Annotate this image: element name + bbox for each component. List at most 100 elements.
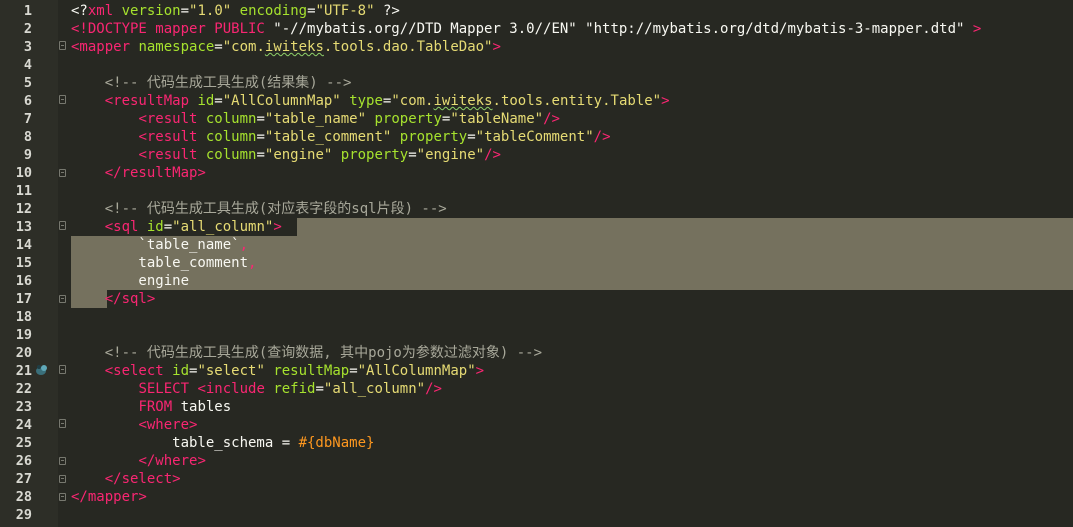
bug-marker-icon[interactable]: [35, 363, 49, 377]
code-token: id: [146, 219, 164, 235]
code-line[interactable]: 10 </resultMap>: [0, 164, 1073, 182]
line-number: 12: [15, 201, 32, 217]
fold-close-icon[interactable]: [59, 457, 66, 465]
code-token: <result: [138, 129, 206, 145]
code-line[interactable]: 15 table_comment,: [0, 254, 1073, 272]
code-token: engine: [71, 273, 190, 289]
code-token: <include: [197, 381, 274, 397]
code-line[interactable]: 26 </where>: [0, 452, 1073, 470]
code-line[interactable]: 3 <mapper namespace="com.iwiteks.tools.da…: [0, 38, 1073, 56]
code-token: <!-- 代码生成工具生成(查询数据, 其中pojo为参数过滤对象) -->: [104, 345, 543, 361]
code-token: =: [163, 219, 173, 235]
code-token: "AllColumnMap": [222, 93, 341, 109]
line-code: <sql id="all_column">: [71, 218, 282, 236]
code-token: <mapper: [71, 39, 139, 55]
code-editor[interactable]: 1 <?xml version="1.0" encoding="UTF-8" ?>…: [0, 0, 1073, 527]
code-token: <resultMap: [104, 93, 198, 109]
code-token: <result: [138, 111, 206, 127]
code-token: #{dbName}: [298, 435, 375, 451]
code-line[interactable]: 16 engine: [0, 272, 1073, 290]
code-line[interactable]: 12 <!-- 代码生成工具生成(对应表字段的sql片段) -->: [0, 200, 1073, 218]
code-line[interactable]: 5 <!-- 代码生成工具生成(结果集) -->: [0, 74, 1073, 92]
line-number: 13: [15, 219, 32, 235]
line-code: <!-- 代码生成工具生成(结果集) -->: [71, 74, 352, 92]
code-token: "UTF-8": [315, 3, 375, 19]
code-token: "com.: [222, 39, 265, 55]
fold-open-icon[interactable]: [59, 221, 66, 230]
code-line[interactable]: 4: [0, 56, 1073, 74]
line-number: 11: [15, 183, 32, 199]
code-line[interactable]: 25 table_schema = #{dbName}: [0, 434, 1073, 452]
code-token: <result: [138, 147, 206, 163]
line-number: 5: [23, 75, 32, 91]
line-number: 15: [15, 255, 32, 271]
code-token: =: [214, 93, 223, 109]
code-token: <select: [104, 363, 173, 379]
line-number: 23: [15, 399, 32, 415]
code-line[interactable]: 19: [0, 326, 1073, 344]
line-number: 16: [15, 273, 32, 289]
line-number: 28: [15, 489, 32, 505]
code-line[interactable]: 8 <result column="table_comment" propert…: [0, 128, 1073, 146]
fold-close-icon[interactable]: [59, 493, 66, 501]
line-code: <where>: [71, 416, 197, 434]
code-line[interactable]: 2 <!DOCTYPE mapper PUBLIC "-//mybatis.org…: [0, 20, 1073, 38]
code-token: />: [425, 381, 442, 397]
line-number: 10: [15, 165, 32, 181]
fold-close-icon[interactable]: [59, 169, 66, 177]
fold-open-icon[interactable]: [59, 419, 66, 428]
code-line[interactable]: 1 <?xml version="1.0" encoding="UTF-8" ?>: [0, 2, 1073, 20]
code-line[interactable]: 22 SELECT <include refid="all_column"/>: [0, 380, 1073, 398]
code-line[interactable]: 23 FROM tables: [0, 398, 1073, 416]
fold-open-icon[interactable]: [59, 365, 66, 374]
fold-close-icon[interactable]: [59, 295, 66, 303]
code-line[interactable]: 13 <sql id="all_column">: [0, 218, 1073, 236]
fold-open-icon[interactable]: [59, 95, 66, 104]
code-token: "table_comment": [264, 129, 392, 145]
code-line[interactable]: 14 `table_name`,: [0, 236, 1073, 254]
line-code: <result column="table_name" property="ta…: [71, 110, 560, 128]
line-number: 4: [23, 57, 32, 73]
code-token: </where>: [138, 453, 206, 469]
line-code: </sql>: [71, 290, 156, 308]
code-line[interactable]: 18: [0, 308, 1073, 326]
line-number: 8: [23, 129, 32, 145]
code-token: =: [256, 129, 265, 145]
code-line[interactable]: 28 </mapper>: [0, 488, 1073, 506]
code-line[interactable]: 24 <where>: [0, 416, 1073, 434]
code-line[interactable]: 9 <result column="engine" property="engi…: [0, 146, 1073, 164]
code-token: "all_column": [323, 381, 426, 397]
code-token: iwiteks: [433, 93, 493, 109]
code-line[interactable]: 29: [0, 506, 1073, 524]
code-token: </resultMap>: [104, 165, 206, 181]
code-line[interactable]: 11: [0, 182, 1073, 200]
line-code: engine: [71, 272, 189, 290]
code-token: "com.: [391, 93, 434, 109]
code-token: =: [307, 3, 316, 19]
code-token: >: [972, 21, 982, 37]
code-token: "select": [197, 363, 265, 379]
code-line[interactable]: 27 </select>: [0, 470, 1073, 488]
code-line[interactable]: 17 </sql>: [0, 290, 1073, 308]
code-token: property: [399, 129, 468, 145]
fold-open-icon[interactable]: [59, 41, 66, 50]
code-token: .tools.entity.Table": [492, 93, 662, 109]
code-line[interactable]: 6 <resultMap id="AllColumnMap" type="com…: [0, 92, 1073, 110]
code-token: </sql>: [104, 291, 156, 307]
code-token: "1.0": [189, 3, 232, 19]
line-code: <!DOCTYPE mapper PUBLIC "-//mybatis.org/…: [71, 20, 981, 38]
code-line[interactable]: 21 <select id="select" resultMap="AllCol…: [0, 362, 1073, 380]
line-number: 18: [15, 309, 32, 325]
code-token: />: [484, 147, 501, 163]
code-line[interactable]: 20 <!-- 代码生成工具生成(查询数据, 其中pojo为参数过滤对象) --…: [0, 344, 1073, 362]
code-line[interactable]: 7 <result column="table_name" property="…: [0, 110, 1073, 128]
code-token: column: [205, 129, 257, 145]
fold-close-icon[interactable]: [59, 475, 66, 483]
